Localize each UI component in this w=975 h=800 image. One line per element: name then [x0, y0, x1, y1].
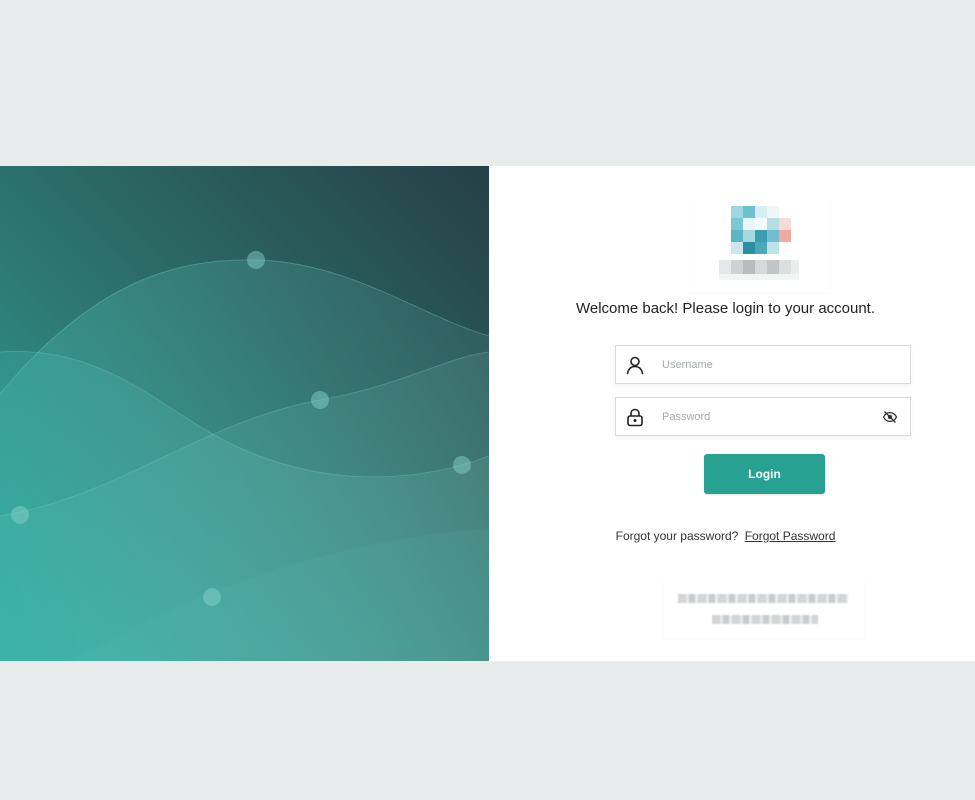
forgot-password-row: Forgot your password? Forgot Password: [451, 529, 975, 543]
wave-node: [453, 456, 471, 474]
pixelated-logo-icon: [719, 206, 799, 280]
hero-illustration: [0, 166, 489, 661]
forgot-password-prompt: Forgot your password?: [615, 529, 739, 543]
login-button[interactable]: Login: [704, 454, 825, 494]
footer-line-2: [712, 615, 818, 624]
footer-line-1: [678, 594, 848, 603]
wave-graphic: [0, 251, 489, 661]
company-logo: [689, 196, 829, 292]
wave-node: [11, 506, 29, 524]
login-panel: Welcome back! Please login to your accou…: [489, 166, 975, 661]
password-field: [615, 397, 911, 436]
password-input[interactable]: [662, 398, 872, 435]
wave-node: [247, 251, 265, 269]
login-card: Welcome back! Please login to your accou…: [0, 166, 975, 661]
lock-icon: [625, 407, 645, 427]
wave-node: [311, 391, 329, 409]
username-input[interactable]: [662, 346, 872, 383]
welcome-message: Welcome back! Please login to your accou…: [575, 300, 876, 317]
forgot-password-link[interactable]: Forgot Password: [745, 529, 836, 543]
wave-node: [203, 588, 221, 606]
eye-slash-icon[interactable]: [882, 409, 898, 425]
footer-info: [664, 578, 864, 638]
username-field: [615, 345, 911, 384]
user-icon: [625, 355, 645, 375]
